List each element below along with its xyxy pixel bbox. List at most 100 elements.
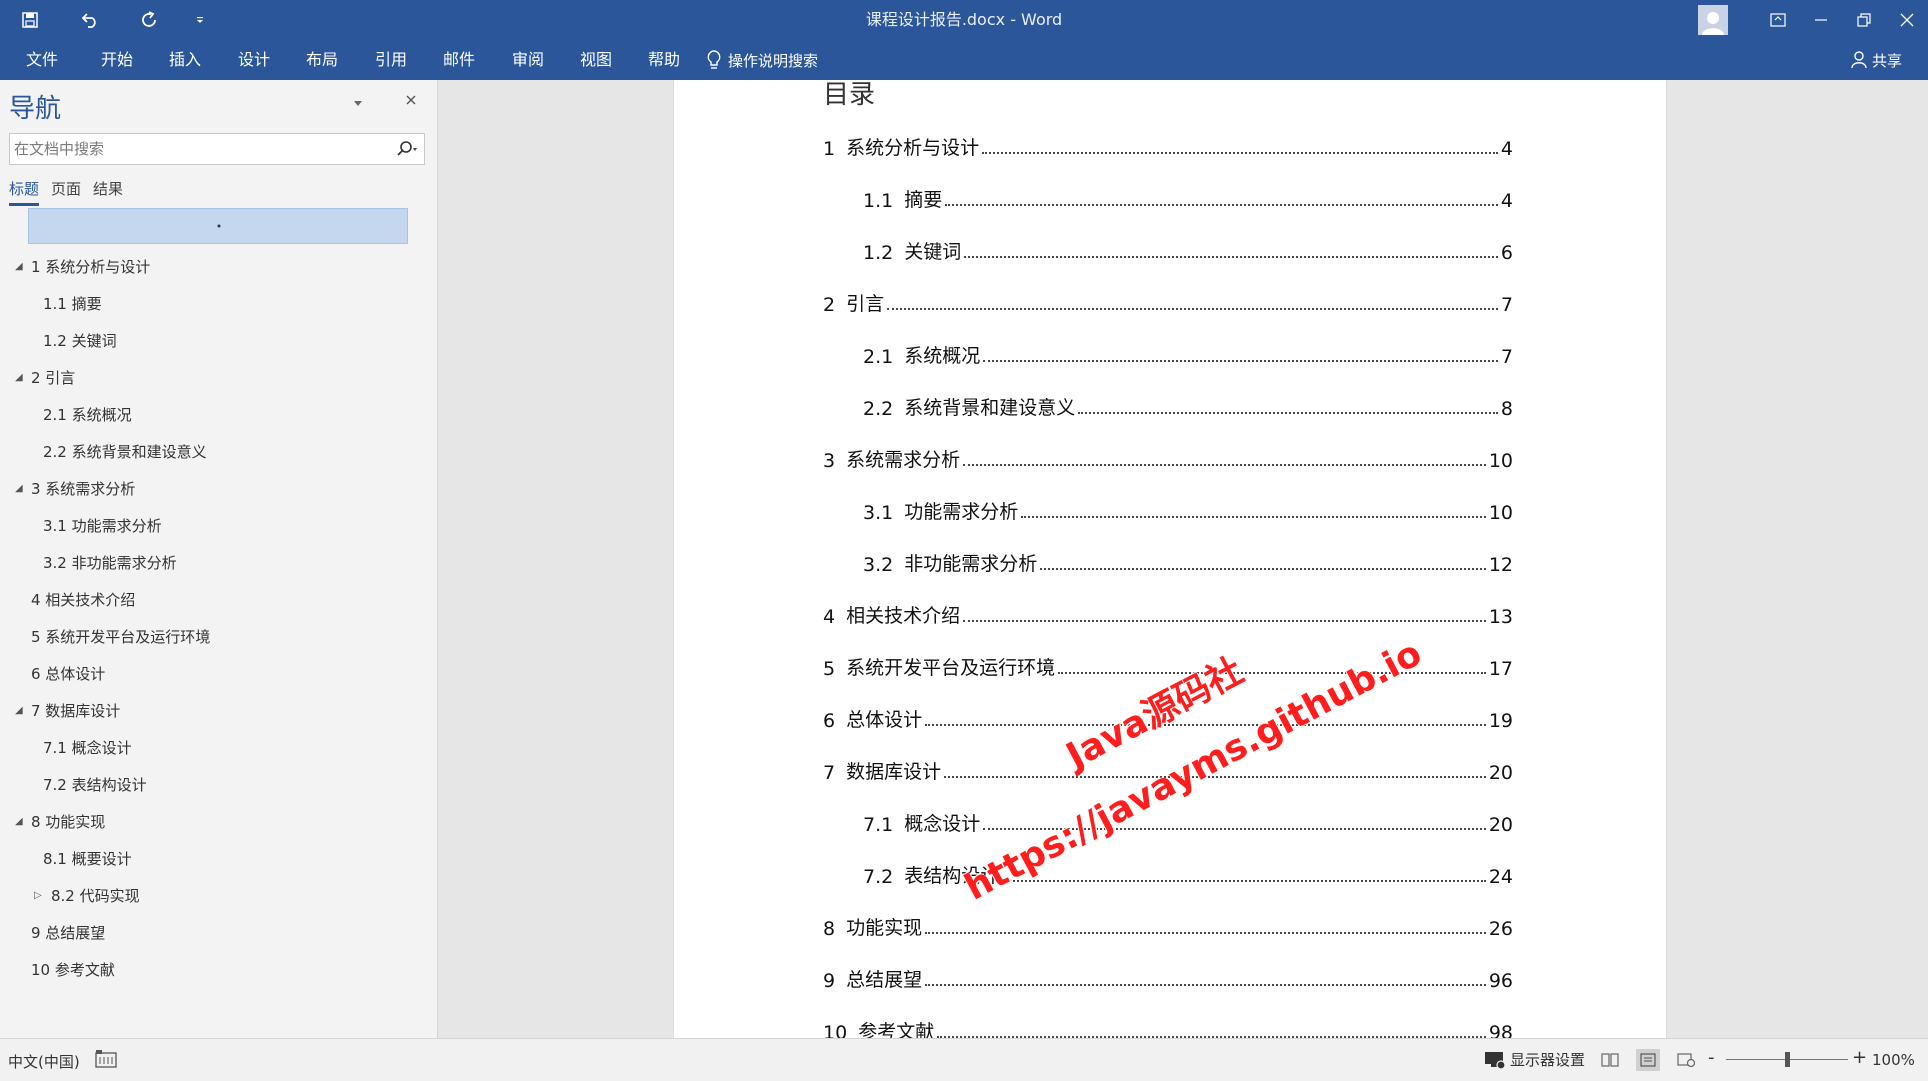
- web-layout-button[interactable]: [1674, 1049, 1698, 1071]
- nav-heading-item[interactable]: 6 总体设计: [0, 659, 437, 696]
- restore-button[interactable]: [1842, 0, 1885, 40]
- toc-entry[interactable]: 2 引言 7: [823, 286, 1513, 316]
- ribbon-display-icon: [1769, 13, 1786, 27]
- nav-current-position[interactable]: [28, 208, 408, 244]
- toc-entry[interactable]: 2.1 系统概况 7: [863, 338, 1513, 368]
- nav-heading-item[interactable]: 2.2 系统背景和建设意义: [0, 437, 437, 474]
- toc-entry-title: 系统分析与设计: [846, 137, 980, 159]
- zoom-slider-thumb[interactable]: [1785, 1052, 1790, 1067]
- nav-heading-item[interactable]: ◢ 3 系统需求分析: [0, 474, 437, 511]
- nav-tab-results[interactable]: 结果: [93, 178, 123, 206]
- nav-heading-label: 3.2 非功能需求分析: [43, 554, 177, 572]
- nav-heading-item[interactable]: ◢ 1 系统分析与设计: [0, 252, 437, 289]
- toc-entry[interactable]: 1 系统分析与设计 4: [823, 130, 1513, 160]
- zoom-level[interactable]: 100%: [1872, 1051, 1915, 1069]
- nav-heading-label: 7.1 概念设计: [43, 739, 132, 757]
- minimize-icon: [1814, 19, 1827, 21]
- tell-me-search[interactable]: 操作说明搜索: [706, 40, 818, 80]
- share-button[interactable]: 共享: [1851, 40, 1902, 80]
- minimize-button[interactable]: [1799, 0, 1842, 40]
- tab-help[interactable]: 帮助: [648, 40, 680, 80]
- expand-triangle-icon[interactable]: ▷: [34, 881, 42, 911]
- ribbon-display-options-button[interactable]: [1756, 0, 1799, 40]
- document-page[interactable]: 目录 1 系统分析与设计 4 1.1 摘要 4 1.2 关键词 6 2 引言 7 2.1 系统概况 7 2.2…: [673, 80, 1667, 1038]
- toc-leader-dots: [945, 204, 1498, 206]
- zoom-out-button[interactable]: -: [1708, 1047, 1715, 1068]
- tab-home[interactable]: 开始: [101, 40, 133, 80]
- chevron-down-icon: [354, 101, 362, 106]
- tab-review[interactable]: 审阅: [512, 40, 544, 80]
- nav-heading-label: 10 参考文献: [31, 961, 115, 979]
- nav-heading-label: 8 功能实现: [31, 813, 106, 831]
- macro-recording-button[interactable]: [94, 1049, 118, 1073]
- tab-references[interactable]: 引用: [375, 40, 407, 80]
- toc-entry[interactable]: 8 功能实现 26: [823, 910, 1513, 940]
- nav-heading-item[interactable]: 8.1 概要设计: [0, 844, 437, 881]
- tab-view[interactable]: 视图: [580, 40, 612, 80]
- toc-entry[interactable]: 3.1 功能需求分析 10: [863, 494, 1513, 524]
- toc-entry[interactable]: 1.1 摘要 4: [863, 182, 1513, 212]
- toc-entry[interactable]: 10 参考文献 98: [823, 1014, 1513, 1038]
- nav-tab-headings[interactable]: 标题: [9, 178, 40, 206]
- nav-search-box: [9, 133, 425, 165]
- toc-entry[interactable]: 1.2 关键词 6: [863, 234, 1513, 264]
- nav-heading-item[interactable]: 5 系统开发平台及运行环境: [0, 622, 437, 659]
- nav-heading-item[interactable]: 7.1 概念设计: [0, 733, 437, 770]
- nav-pane-close-button[interactable]: [406, 90, 416, 109]
- collapse-triangle-icon[interactable]: ◢: [15, 363, 23, 393]
- nav-heading-item[interactable]: 4 相关技术介绍: [0, 585, 437, 622]
- collapse-triangle-icon[interactable]: ◢: [15, 252, 23, 282]
- zoom-in-button[interactable]: +: [1852, 1047, 1867, 1068]
- tab-insert[interactable]: 插入: [169, 40, 201, 80]
- close-button[interactable]: [1885, 0, 1928, 40]
- search-options-button[interactable]: [396, 140, 418, 162]
- collapse-triangle-icon[interactable]: ◢: [15, 807, 23, 837]
- collapse-triangle-icon[interactable]: ◢: [15, 696, 23, 726]
- toc-entry-title: 引言: [846, 293, 885, 315]
- toc-entry-number: 2.2: [863, 398, 894, 420]
- toc-entry[interactable]: 3 系统需求分析 10: [823, 442, 1513, 472]
- avatar[interactable]: [1698, 5, 1728, 35]
- collapse-triangle-icon[interactable]: ◢: [15, 474, 23, 504]
- tab-mailings[interactable]: 邮件: [443, 40, 475, 80]
- nav-tabs: 标题 页面 结果: [9, 178, 135, 206]
- vertical-scrollbar[interactable]: [1912, 80, 1928, 1038]
- nav-heading-item[interactable]: ◢ 8 功能实现: [0, 807, 437, 844]
- tab-file[interactable]: 文件: [26, 40, 58, 80]
- nav-heading-item[interactable]: ◢ 2 引言: [0, 363, 437, 400]
- nav-heading-item[interactable]: 7.2 表结构设计: [0, 770, 437, 807]
- nav-heading-item[interactable]: ◢ 7 数据库设计: [0, 696, 437, 733]
- nav-tab-pages[interactable]: 页面: [51, 178, 81, 206]
- share-person-icon: [1851, 51, 1867, 69]
- display-settings-label: 显示器设置: [1510, 1051, 1586, 1069]
- toc-entry[interactable]: 2.2 系统背景和建设意义 8: [863, 390, 1513, 420]
- toc-entry[interactable]: 3.2 非功能需求分析 12: [863, 546, 1513, 576]
- nav-heading-label: 4 相关技术介绍: [31, 591, 136, 609]
- toc-entry-title: 总结展望: [846, 969, 923, 991]
- toc-entry-page: 6: [1500, 242, 1513, 264]
- tab-design[interactable]: 设计: [238, 40, 270, 80]
- nav-heading-item[interactable]: 9 总结展望: [0, 918, 437, 955]
- nav-pane-options-button[interactable]: [354, 96, 362, 110]
- toc-entry[interactable]: 9 总结展望 96: [823, 962, 1513, 992]
- tab-layout[interactable]: 布局: [306, 40, 338, 80]
- display-settings-button[interactable]: 显示器设置: [1484, 1049, 1585, 1070]
- toc-entry-title: 概念设计: [904, 813, 981, 835]
- nav-heading-item[interactable]: 10 参考文献: [0, 955, 437, 992]
- toc-entry-title: 系统概况: [904, 345, 981, 367]
- nav-heading-item[interactable]: 2.1 系统概况: [0, 400, 437, 437]
- print-layout-button[interactable]: [1636, 1049, 1660, 1071]
- language-indicator[interactable]: 中文(中国): [8, 1051, 80, 1072]
- nav-heading-item[interactable]: ▷ 8.2 代码实现: [0, 881, 437, 918]
- toc-entry[interactable]: 7.1 概念设计 20: [863, 806, 1513, 836]
- nav-heading-item[interactable]: 1.2 关键词: [0, 326, 437, 363]
- nav-heading-label: 2 引言: [31, 369, 76, 387]
- search-input[interactable]: [10, 134, 380, 164]
- toc-entry[interactable]: 4 相关技术介绍 13: [823, 598, 1513, 628]
- nav-heading-item[interactable]: 3.1 功能需求分析: [0, 511, 437, 548]
- toc-entry-number: 7.1: [863, 814, 894, 836]
- toc-entry-page: 8: [1500, 398, 1513, 420]
- nav-heading-item[interactable]: 3.2 非功能需求分析: [0, 548, 437, 585]
- nav-heading-item[interactable]: 1.1 摘要: [0, 289, 437, 326]
- read-mode-button[interactable]: [1598, 1049, 1622, 1071]
